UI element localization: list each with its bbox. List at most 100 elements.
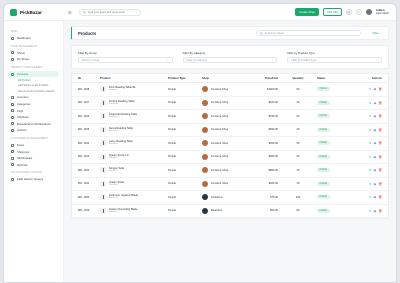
view-icon[interactable]: ◉ <box>374 141 377 145</box>
cell-shop[interactable]: Furniture Shop <box>202 167 254 174</box>
logo[interactable]: PickBazar <box>4 8 64 16</box>
table-row[interactable]: #ID: 1023 Queen Scotty Lin Furniture Simple… <box>72 151 388 164</box>
cell-product[interactable]: System Recording Blade Furniture <box>100 207 168 214</box>
table-row[interactable]: #ID: 1021 Queen Sofas Furniture Simple Furni… <box>72 178 388 191</box>
column-header-price[interactable]: Price/Unit <box>254 76 287 80</box>
avatar[interactable] <box>365 9 372 15</box>
cell-product[interactable]: Forkmoor Hygienic Blade Furniture <box>100 194 168 201</box>
edit-icon[interactable]: ✎ <box>369 182 372 186</box>
delete-icon[interactable]: 🗑 <box>378 128 382 132</box>
cell-type: Simple <box>168 182 176 186</box>
menu-toggle-icon[interactable]: ☰ <box>68 10 72 15</box>
filter-product-type-select[interactable]: Filter by Product Type ⌄ <box>287 57 383 63</box>
delete-icon[interactable]: 🗑 <box>378 101 382 105</box>
cell-shop[interactable]: Furniture Shop <box>202 153 254 160</box>
cell-product[interactable]: Kerva Reading Table Furniture <box>100 126 168 133</box>
delete-icon[interactable]: 🗑 <box>378 155 382 159</box>
cell-product[interactable]: Sringen Sofa Furniture <box>100 167 168 174</box>
cell-product[interactable]: Kirra Reading Table Bk Furniture <box>100 86 168 93</box>
column-header-product[interactable]: Product <box>100 76 168 80</box>
view-icon[interactable]: ◉ <box>374 182 377 186</box>
visit-site-button[interactable]: Visit Site <box>323 8 342 16</box>
column-header-id[interactable]: ID <box>72 76 100 80</box>
sidebar-item-taxes[interactable]: Taxes <box>8 142 59 149</box>
sidebar-item-withdrawals[interactable]: Withdrawals <box>8 155 59 162</box>
view-icon[interactable]: ◉ <box>374 101 377 105</box>
delete-icon[interactable]: 🗑 <box>378 195 382 199</box>
table-row[interactable]: #ID: 1025 Kerva Reading Table Furniture Sim… <box>72 124 388 137</box>
filter-group-select[interactable]: Filter by Group ⌄ <box>78 57 173 63</box>
delete-icon[interactable]: 🗑 <box>378 114 382 118</box>
sidebar-item-tags[interactable]: Tags <box>8 107 59 114</box>
global-search-input[interactable] <box>87 10 138 14</box>
edit-icon[interactable]: ✎ <box>369 195 372 199</box>
cell-status: Publish <box>309 168 343 173</box>
cell-shop[interactable]: Furniture Shop <box>202 99 254 106</box>
cell-shop[interactable]: Bestl Run <box>202 207 254 214</box>
cell-shop[interactable]: Furniture Shop <box>202 113 254 120</box>
sidebar-item-authors[interactable]: Authors <box>8 127 59 134</box>
column-header-quantity[interactable]: Quantity <box>287 76 309 80</box>
cell-product[interactable]: Lamp Reading Table Furniture <box>100 140 168 147</box>
table-row[interactable]: #ID: 1019 System Recording Blade Furniture… <box>72 205 388 218</box>
view-icon[interactable]: ◉ <box>374 168 377 172</box>
cell-shop[interactable]: Furniture Shop <box>202 180 254 187</box>
sidebar-item-groups[interactable]: Faith based / Groups <box>8 176 59 183</box>
cell-product[interactable]: Kingsorth Reading Table Furniture <box>100 113 168 120</box>
delete-icon[interactable]: 🗑 <box>378 168 382 172</box>
sidebar-item-label: Shops <box>17 50 25 55</box>
sidebar-item-products[interactable]: Products ⌃ <box>8 70 59 78</box>
table-row[interactable]: #ID: 1026 Kingsorth Reading Table Furnitur… <box>72 110 388 124</box>
delete-icon[interactable]: 🗑 <box>378 182 382 186</box>
user-info[interactable]: Admin super admin <box>376 9 389 16</box>
sidebar-item-my-shops[interactable]: My Shops <box>8 56 59 63</box>
view-icon[interactable]: ◉ <box>374 195 377 199</box>
table-row[interactable]: #ID: 1028 Kirra Reading Table Bk Furniture… <box>72 83 388 97</box>
view-icon[interactable]: ◉ <box>374 114 377 118</box>
view-icon[interactable]: ◉ <box>374 87 377 91</box>
cell-shop[interactable]: Furniture Shop <box>202 86 254 93</box>
view-icon[interactable]: ◉ <box>374 209 377 213</box>
shop-avatar <box>202 140 208 147</box>
delete-icon[interactable]: 🗑 <box>378 141 382 145</box>
delete-icon[interactable]: 🗑 <box>378 87 382 91</box>
cell-product[interactable]: Kimbra Reading Table Furniture <box>100 99 168 106</box>
edit-icon[interactable]: ✎ <box>369 168 372 172</box>
sidebar-section-title: LAYOUT/PAGE CONTROL <box>11 172 43 175</box>
sidebar-item-categories[interactable]: Categories <box>8 101 59 108</box>
view-icon[interactable]: ◉ <box>374 155 377 159</box>
cell-product[interactable]: Queen Scotty Lin Furniture <box>100 153 168 160</box>
filter-button[interactable]: Filter ⌄ <box>373 31 382 35</box>
edit-icon[interactable]: ✎ <box>369 87 372 91</box>
edit-icon[interactable]: ✎ <box>369 209 372 213</box>
edit-icon[interactable]: ✎ <box>369 141 372 145</box>
sidebar-item-dashboard[interactable]: Dashboard <box>8 35 59 42</box>
sidebar-item-shippings[interactable]: Shippings <box>8 148 59 155</box>
sidebar-item-refunds[interactable]: Refunds ⌄ <box>8 162 59 169</box>
edit-icon[interactable]: ✎ <box>369 128 372 132</box>
cell-actions: ✎ ◉ 🗑 <box>343 182 388 186</box>
notification-icon[interactable]: • <box>355 9 362 15</box>
table-row[interactable]: #ID: 1024 Lamp Reading Table Furniture Simp… <box>72 137 388 151</box>
table-row[interactable]: #ID: 1020 Forkmoor Hygienic Blade Furnitur… <box>72 191 388 205</box>
sidebar-item-manufacturers[interactable]: Manufacturers/Publications <box>8 121 59 128</box>
table-row[interactable]: #ID: 1022 Sringen Sofa Furniture Simple Furn… <box>72 164 388 178</box>
delete-icon[interactable]: 🗑 <box>378 209 382 213</box>
sidebar-item-shops[interactable]: Shops ⌄ <box>8 50 59 57</box>
edit-icon[interactable]: ✎ <box>369 101 372 105</box>
create-shop-button[interactable]: Create Shop <box>295 8 319 16</box>
global-search[interactable] <box>78 8 141 16</box>
view-icon[interactable]: ◉ <box>374 128 377 132</box>
cell-shop[interactable]: Furniture Shop <box>202 126 254 133</box>
edit-icon[interactable]: ✎ <box>369 155 372 159</box>
table-row[interactable]: #ID: 1027 Kimbra Reading Table Furniture Si… <box>72 97 388 110</box>
filter-category-select[interactable]: Filter by Category ⌄ <box>182 57 278 63</box>
cell-shop[interactable]: Furniture Shop <box>202 140 254 147</box>
product-search-input[interactable]: Search by Name <box>255 29 361 37</box>
edit-icon[interactable]: ✎ <box>369 114 372 118</box>
sidebar-item-attributes[interactable]: Attributes <box>8 114 59 121</box>
cell-shop[interactable]: Kinkofone <box>202 194 254 201</box>
sidebar-item-inventory[interactable]: Inventory <box>8 94 59 101</box>
language-icon[interactable]: ◎ <box>345 9 352 15</box>
cell-product[interactable]: Queen Sofas Furniture <box>100 180 168 187</box>
